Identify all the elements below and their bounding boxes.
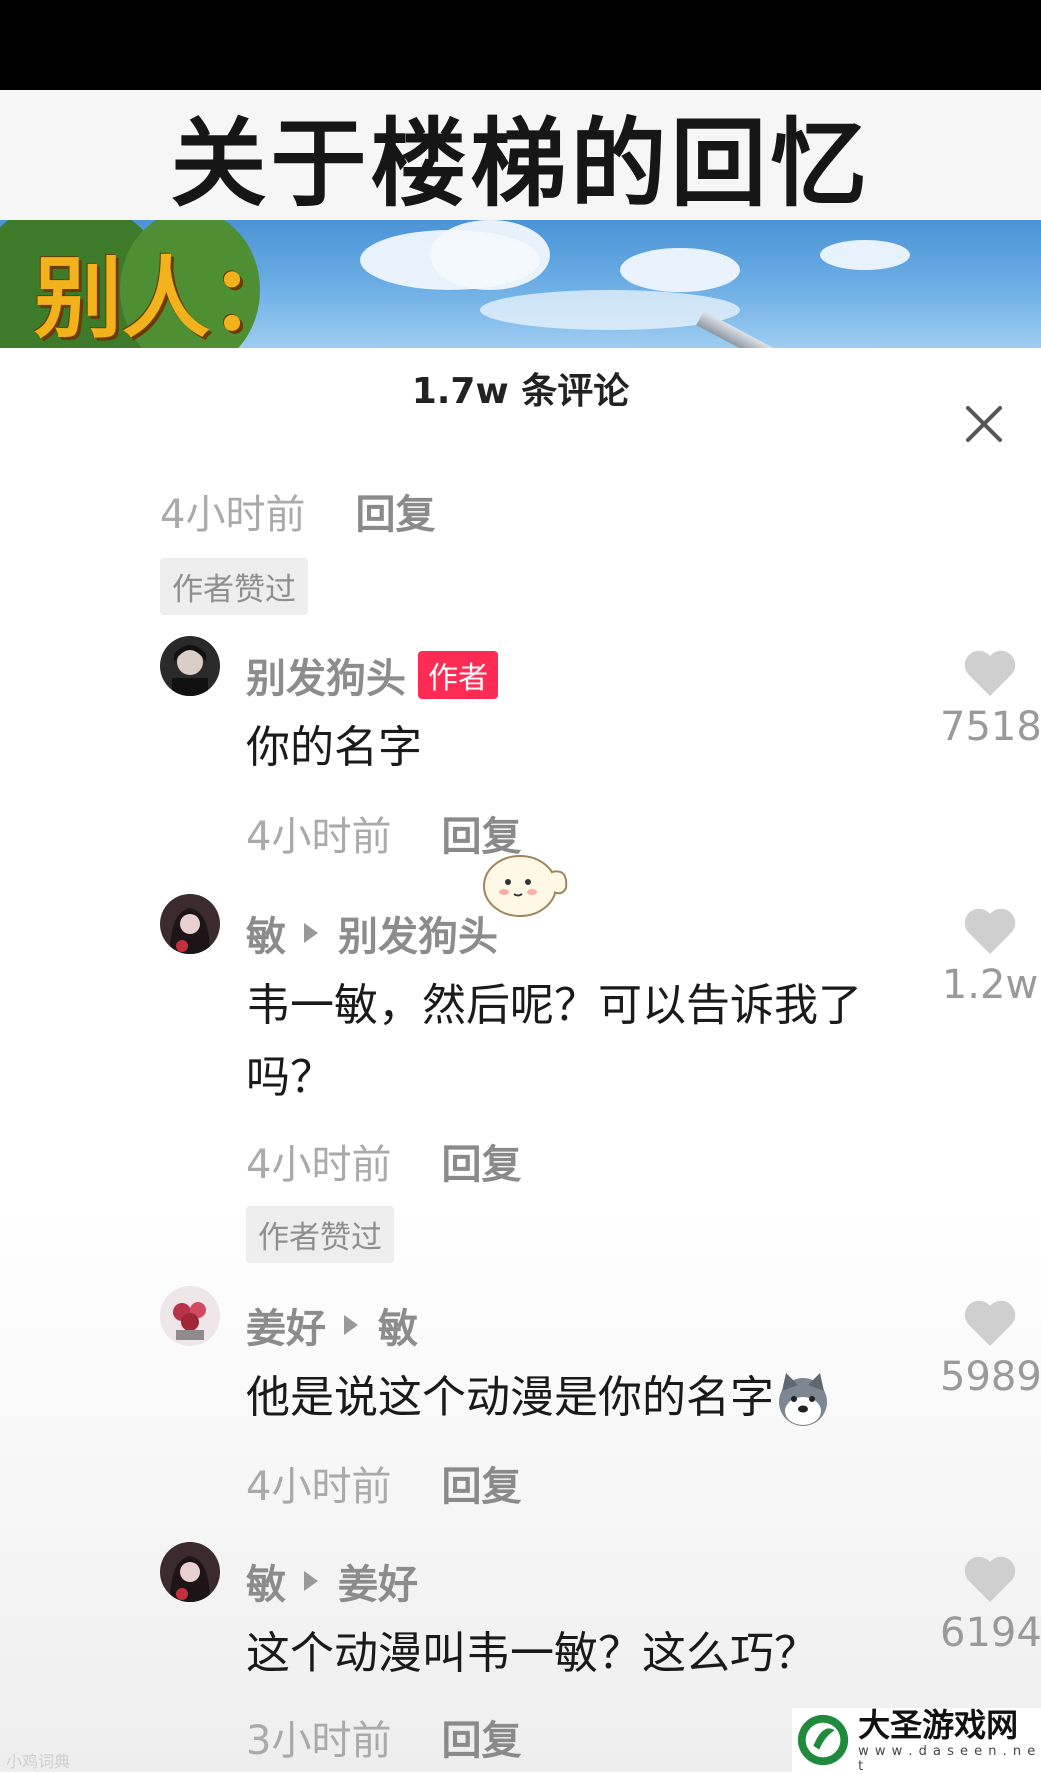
comment-meta: 4小时前 回复 — [246, 1132, 521, 1190]
author-liked-badge: 作者赞过 — [246, 1206, 394, 1263]
comment-meta: 4小时前 回复 — [160, 482, 435, 540]
heart-icon[interactable] — [962, 1554, 1018, 1604]
comment-meta: 3小时前 回复 — [246, 1708, 521, 1766]
top-black-bar — [0, 0, 1041, 90]
video-scene: 别人： — [0, 220, 1041, 348]
comment-username[interactable]: 别发狗头 — [246, 646, 406, 704]
like-count: 7518 — [940, 704, 1041, 750]
comment-meta: 4小时前 回复 — [246, 1454, 521, 1512]
comment-username[interactable]: 敏 — [246, 1552, 286, 1610]
comment-user-line: 姜好 敏 — [246, 1296, 418, 1354]
comment-time: 4小时前 — [246, 1464, 392, 1510]
reply-button[interactable]: 回复 — [355, 482, 435, 540]
like-control[interactable]: 6194 — [940, 1554, 1041, 1656]
cloud-shape — [820, 240, 910, 270]
scene-caption: 别人： — [34, 247, 299, 348]
comment-time: 4小时前 — [160, 492, 306, 538]
like-count: 1.2w — [941, 962, 1039, 1008]
watermark-site-url: w w w . d a s e e n . n e t — [858, 1744, 1037, 1774]
author-badge: 作者 — [418, 651, 498, 699]
like-count: 5989 — [940, 1354, 1041, 1400]
comment-text: 韦一敏，然后呢？可以告诉我了吗？ — [246, 980, 862, 1103]
railing-shape — [696, 310, 1041, 348]
comment-user-line: 别发狗头 作者 — [246, 646, 498, 704]
reply-arrow-icon — [304, 1571, 318, 1591]
like-control[interactable]: 7518 — [940, 648, 1041, 750]
cloud-shape — [430, 220, 550, 290]
comment-user-line: 敏 姜好 — [246, 1552, 418, 1610]
watermark-right: 大圣游戏网 w w w . d a s e e n . n e t — [792, 1706, 1041, 1774]
site-logo-icon — [797, 1714, 849, 1766]
reply-button[interactable]: 回复 — [441, 1132, 521, 1190]
comments-count-title: 1.7w 条评论 — [411, 371, 630, 412]
comment-text: 这个动漫叫韦一敏？这么巧？ — [246, 1628, 818, 1679]
comment-username[interactable]: 敏 — [246, 904, 286, 962]
watermark-site-name: 大圣游戏网 — [858, 1706, 1019, 1744]
comment-text: 他是说这个动漫是你的名字 — [246, 1372, 774, 1423]
comments-header: 1.7w 条评论 — [0, 348, 1041, 428]
avatar[interactable] — [160, 636, 220, 696]
reply-button[interactable]: 回复 — [441, 1708, 521, 1766]
doge-emoji-icon — [779, 1373, 827, 1426]
reply-arrow-icon — [304, 923, 318, 943]
watermark-left: 小鸡词典 — [6, 1752, 71, 1771]
reply-button[interactable]: 回复 — [441, 1454, 521, 1512]
reply-to-username[interactable]: 姜好 — [338, 1552, 418, 1610]
like-control[interactable]: 1.2w — [940, 906, 1040, 1008]
comment-time: 4小时前 — [246, 814, 392, 860]
heart-icon[interactable] — [962, 648, 1018, 698]
comment-user-line: 敏 别发狗头 — [246, 904, 498, 962]
reply-to-username[interactable]: 别发狗头 — [338, 904, 498, 962]
comment-time: 3小时前 — [246, 1718, 392, 1764]
watermark-texts: 大圣游戏网 w w w . d a s e e n . n e t — [858, 1706, 1041, 1774]
reply-to-username[interactable]: 敏 — [378, 1296, 418, 1354]
close-icon[interactable] — [960, 400, 1008, 448]
comment-text: 你的名字 — [246, 722, 422, 773]
like-count: 6194 — [940, 1610, 1041, 1656]
video-title-band: 关于楼梯的回忆 — [0, 90, 1041, 220]
cloud-shape — [620, 248, 740, 292]
like-control[interactable]: 5989 — [940, 1298, 1041, 1400]
video-title: 关于楼梯的回忆 — [170, 107, 871, 220]
avatar[interactable] — [160, 894, 220, 954]
comment-time: 4小时前 — [246, 1142, 392, 1188]
author-liked-badge: 作者赞过 — [160, 558, 308, 615]
comment-text-row: 他是说这个动漫是你的名字 — [246, 1362, 946, 1434]
heart-icon[interactable] — [962, 906, 1018, 956]
avatar[interactable] — [160, 1286, 220, 1346]
reply-arrow-icon — [344, 1315, 358, 1335]
avatar[interactable] — [160, 1542, 220, 1602]
heart-icon[interactable] — [962, 1298, 1018, 1348]
comment-username[interactable]: 姜好 — [246, 1296, 326, 1354]
